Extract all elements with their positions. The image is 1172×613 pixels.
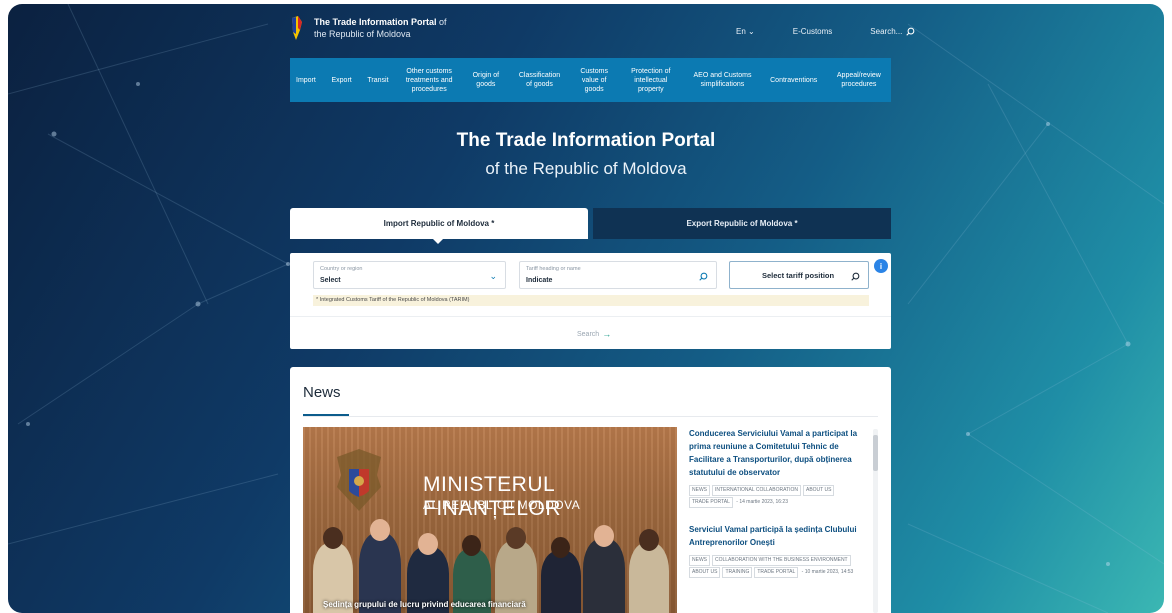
moldova-flag-logo-icon: [292, 16, 302, 40]
news-item-title[interactable]: Conducerea Serviciului Vamal a participa…: [689, 427, 869, 479]
tag[interactable]: TRADE PORTAL: [754, 567, 799, 578]
search-button[interactable]: Search →: [577, 329, 611, 339]
select-tariff-position-button[interactable]: Select tariff position: [729, 261, 869, 289]
tag[interactable]: COLLABORATION WITH THE BUSINESS ENVIRONM…: [712, 555, 851, 566]
tab-export[interactable]: Export Republic of Moldova *: [593, 208, 891, 239]
country-select[interactable]: Country or region Select ⌄: [313, 261, 506, 289]
search-icon: [906, 27, 915, 36]
news-item-tags: NEWS COLLABORATION WITH THE BUSINESS ENVI…: [689, 555, 869, 579]
person-head: [418, 533, 438, 555]
country-value: Select: [320, 277, 341, 284]
tag[interactable]: TRAINING: [722, 567, 753, 578]
nav-export[interactable]: Export: [332, 76, 352, 85]
nav-origin-of-goods[interactable]: Origin of goods: [470, 71, 502, 89]
logo-of: of: [436, 17, 447, 27]
header-search[interactable]: Search...: [870, 27, 915, 36]
active-tab-caret: [433, 239, 443, 244]
country-label: Country or region: [320, 266, 363, 272]
tariff-input[interactable]: Tariff heading or name Indicate: [519, 261, 717, 289]
news-item-tags: NEWS INTERNATIONAL COLLABORATION ABOUT US T…: [689, 485, 869, 509]
person-head: [551, 537, 570, 558]
language-selector[interactable]: En ⌄: [736, 27, 755, 36]
header-search-label: Search...: [870, 27, 903, 36]
info-icon[interactable]: i: [874, 259, 888, 273]
nav-contraventions[interactable]: Contraventions: [770, 76, 817, 85]
scrollbar-thumb[interactable]: [873, 435, 878, 471]
tariff-search-panel: Country or region Select ⌄ Tariff headin…: [290, 253, 891, 349]
featured-news-image[interactable]: MINISTERUL FINANȚELOR AL REPUBLICII MOLD…: [303, 427, 677, 613]
news-heading: News: [303, 384, 341, 401]
logo-title: The Trade Information Portal: [314, 17, 437, 27]
nav-aeo[interactable]: AEO and Customs simplifications: [690, 71, 754, 89]
tag[interactable]: ABOUT US: [689, 567, 721, 578]
moldova-coat-of-arms-icon: [337, 449, 381, 511]
person-head: [594, 525, 614, 547]
news-item-date: - 10 martie 2023, 14:53: [801, 569, 854, 575]
news-section: News MINISTERUL FINANȚELOR AL REPUBLICII…: [290, 367, 891, 613]
news-divider: [303, 416, 878, 417]
arrow-right-icon: →: [602, 329, 612, 339]
search-icon: [699, 272, 708, 281]
person-head: [639, 529, 659, 551]
person-head: [506, 527, 526, 549]
news-item-title[interactable]: Serviciul Vamal participă la ședința Clu…: [689, 523, 869, 549]
select-tariff-label: Select tariff position: [762, 271, 835, 280]
nav-intellectual-property[interactable]: Protection of intellectual property: [627, 67, 675, 94]
tariff-label: Tariff heading or name: [526, 266, 581, 272]
ministry-title: MINISTERUL FINANȚELOR: [423, 473, 562, 520]
main-navigation: Import Export Transit Other customs trea…: [290, 58, 891, 102]
panel-divider: [290, 316, 891, 317]
tarim-note: * Integrated Customs Tariff of the Repub…: [313, 295, 869, 306]
tab-import[interactable]: Import Republic of Moldova *: [290, 208, 588, 239]
nav-customs-value[interactable]: Customs value of goods: [577, 67, 611, 94]
ministry-subtitle: AL REPUBLICII MOLDOVA: [423, 498, 581, 512]
tag[interactable]: NEWS: [689, 555, 710, 566]
news-scrollbar[interactable]: [873, 429, 878, 613]
hero-title: The Trade Information Portal: [456, 130, 716, 151]
person-head: [323, 527, 343, 549]
tag[interactable]: INTERNATIONAL COLLABORATION: [712, 485, 801, 496]
search-button-label: Search: [577, 330, 600, 338]
person: [629, 543, 669, 613]
search-icon: [851, 272, 860, 281]
nav-import[interactable]: Import: [296, 76, 316, 85]
nav-other-customs[interactable]: Other customs treatments and procedures: [404, 67, 454, 94]
person: [583, 539, 625, 613]
language-label: En: [736, 27, 746, 36]
logo-subtitle: the Republic of Moldova: [314, 29, 411, 39]
top-utility-bar: En ⌄ E-Customs Search...: [736, 27, 915, 36]
logo-text: The Trade Information Portal of the Repu…: [314, 16, 447, 40]
tariff-value: Indicate: [526, 277, 553, 284]
nav-classification[interactable]: Classification of goods: [518, 71, 562, 89]
nav-transit[interactable]: Transit: [367, 76, 388, 85]
tag[interactable]: NEWS: [689, 485, 710, 496]
chevron-down-icon: ⌄: [748, 27, 755, 36]
chevron-down-icon: ⌄: [489, 271, 497, 281]
person-head: [462, 535, 481, 556]
person-head: [370, 519, 390, 541]
tag[interactable]: TRADE PORTAL: [689, 497, 733, 508]
image-caption: Ședința grupului de lucru privind educar…: [323, 600, 526, 609]
tag[interactable]: ABOUT US: [802, 485, 835, 496]
news-item[interactable]: Serviciul Vamal participă la ședința Clu…: [689, 523, 869, 579]
person: [541, 551, 581, 613]
e-customs-link[interactable]: E-Customs: [793, 27, 833, 36]
news-item-date: - 14 martie 2023, 16:23: [736, 499, 788, 505]
hero-subtitle: of the Republic of Moldova: [485, 159, 687, 178]
site-logo[interactable]: The Trade Information Portal of the Repu…: [290, 16, 447, 42]
news-list: Conducerea Serviciului Vamal a participa…: [689, 427, 869, 579]
news-item[interactable]: Conducerea Serviciului Vamal a participa…: [689, 427, 869, 509]
nav-appeal[interactable]: Appeal/review procedures: [833, 71, 885, 89]
news-heading-underline: [303, 414, 349, 416]
